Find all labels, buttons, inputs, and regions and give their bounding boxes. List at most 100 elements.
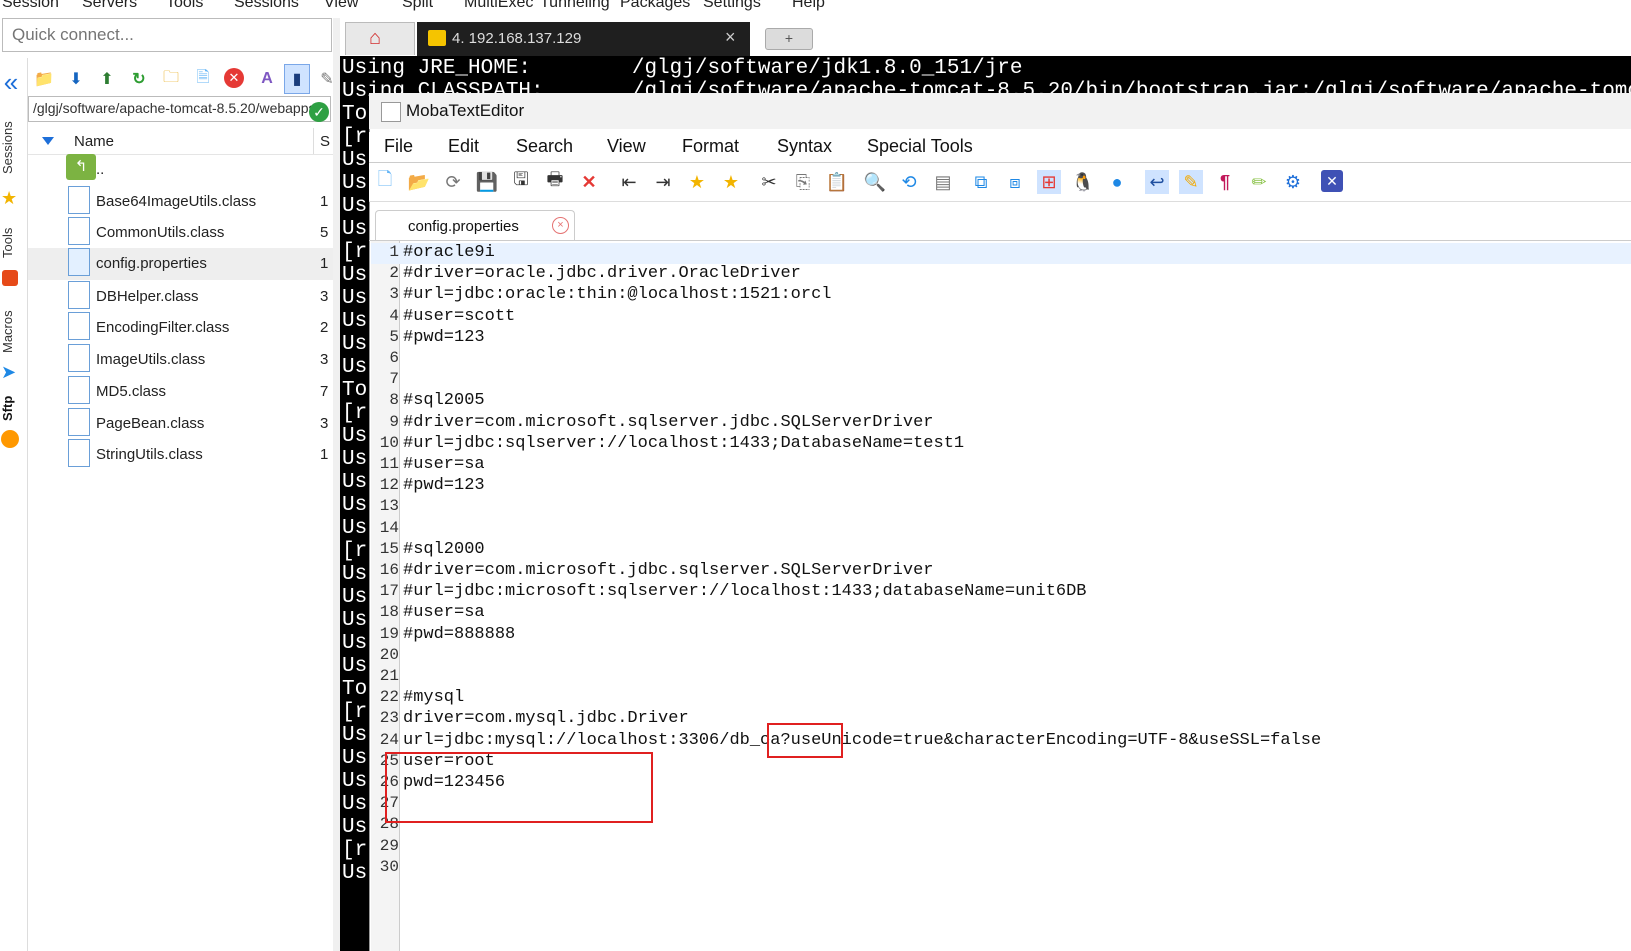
code-line[interactable]: 17 #url=jdbc:microsoft:sqlserver://localh… <box>371 582 1631 603</box>
file-row-parent[interactable]: ↰ .. <box>28 154 333 186</box>
editor-menu-view[interactable]: View <box>607 136 646 157</box>
code-line[interactable]: 16 #driver=com.microsoft.jdbc.sqlserver.S… <box>371 561 1631 582</box>
menu-tunneling[interactable]: Tunneling <box>540 0 610 12</box>
mac-eol-icon[interactable]: ● <box>1105 170 1129 194</box>
code-line[interactable]: 29 <box>371 837 1631 858</box>
sync-icon[interactable]: ⧈ <box>1003 170 1027 194</box>
column-size[interactable]: S <box>320 133 330 150</box>
editor-menu-syntax[interactable]: Syntax <box>777 136 832 157</box>
file-row[interactable]: CommonUtils.class 5 <box>28 217 333 249</box>
exit-icon[interactable]: ✕ <box>1321 170 1343 192</box>
tab-macros[interactable]: Macros <box>0 304 22 360</box>
highlight-icon[interactable]: ✎ <box>1179 170 1203 194</box>
file-row[interactable]: Base64ImageUtils.class 1 <box>28 186 333 218</box>
save-icon[interactable]: 💾 <box>475 170 499 194</box>
copy-icon[interactable]: ⎘ <box>791 170 815 194</box>
marker-icon[interactable]: ✏ <box>1247 170 1271 194</box>
goto-line-icon[interactable]: ▤ <box>931 170 955 194</box>
compare-icon[interactable]: ⧉ <box>969 170 993 194</box>
code-line[interactable]: 1 #oracle9i <box>371 243 1631 264</box>
delete-icon[interactable]: ✕ <box>224 68 244 88</box>
reload-icon[interactable]: ⟳ <box>441 170 465 194</box>
menu-help[interactable]: Help <box>792 0 825 12</box>
editor-menu-file[interactable]: File <box>384 136 413 157</box>
print-icon[interactable]: 🖶 <box>543 169 567 194</box>
code-line[interactable]: 11 #user=sa <box>371 455 1631 476</box>
code-line[interactable]: 10 #url=jdbc:sqlserver://localhost:1433;D… <box>371 434 1631 455</box>
menu-view[interactable]: View <box>324 0 358 12</box>
menu-sessions[interactable]: Sessions <box>234 0 299 12</box>
code-line[interactable]: 14 <box>371 519 1631 540</box>
open-folder-icon[interactable]: 📂 <box>407 170 431 194</box>
code-line[interactable]: 13 <box>371 497 1631 518</box>
new-file-icon[interactable]: 🗎 <box>192 68 214 90</box>
new-folder-icon[interactable]: 🗀 <box>160 68 182 90</box>
code-line[interactable]: 18 #user=sa <box>371 603 1631 624</box>
upload-icon[interactable]: ⬆ <box>96 68 118 90</box>
close-tab-icon[interactable]: × <box>552 217 569 234</box>
editor-menu-edit[interactable]: Edit <box>448 136 479 157</box>
tab-tools[interactable]: Tools <box>0 220 22 266</box>
wrap-icon[interactable]: ↩ <box>1145 170 1169 194</box>
code-line[interactable]: 24 url=jdbc:mysql://localhost:3306/db_oa?… <box>371 731 1631 752</box>
session-tab[interactable]: 4. 192.168.137.129 × <box>417 22 750 56</box>
tab-sessions[interactable]: Sessions <box>0 114 22 182</box>
settings-icon[interactable]: ⚙ <box>1281 170 1305 194</box>
close-file-icon[interactable]: ✕ <box>577 170 601 194</box>
new-file-icon[interactable]: 🗋 <box>373 169 397 194</box>
editor-menu-special-tools[interactable]: Special Tools <box>867 136 973 157</box>
code-line[interactable]: 22 #mysql <box>371 688 1631 709</box>
replace-icon[interactable]: ⟲ <box>897 170 921 194</box>
menu-settings[interactable]: Settings <box>703 0 761 12</box>
file-row-selected[interactable]: config.properties 1 <box>28 248 333 280</box>
paste-icon[interactable]: 📋 <box>825 170 849 194</box>
menu-tools[interactable]: Tools <box>166 0 203 12</box>
refresh-icon[interactable]: ↻ <box>128 68 150 90</box>
code-area[interactable]: 1 #oracle9i 2 #driver=oracle.jdbc.driver.Or… <box>371 241 1631 951</box>
file-row[interactable]: StringUtils.class 1 <box>28 439 333 471</box>
menu-session[interactable]: Session <box>2 0 59 12</box>
editor-file-tab[interactable]: config.properties × <box>375 210 575 241</box>
home-tab[interactable]: ⌂ <box>345 22 415 55</box>
code-line[interactable]: 12 #pwd=123 <box>371 476 1631 497</box>
code-line[interactable]: 23 driver=com.mysql.jdbc.Driver <box>371 709 1631 730</box>
next-bookmark-icon[interactable]: ★ <box>719 170 743 194</box>
quick-connect-input[interactable] <box>2 18 332 52</box>
code-line[interactable]: 8 #sql2005 <box>371 391 1631 412</box>
cut-icon[interactable]: ✂ <box>757 170 781 194</box>
windows-eol-icon[interactable]: ⊞ <box>1037 170 1061 194</box>
code-line[interactable]: 21 <box>371 667 1631 688</box>
code-line[interactable]: 20 <box>371 646 1631 667</box>
code-line[interactable]: 4 #user=scott <box>371 307 1631 328</box>
menu-servers[interactable]: Servers <box>82 0 137 12</box>
linux-eol-icon[interactable]: 🐧 <box>1071 170 1095 194</box>
code-line[interactable]: 15 #sql2000 <box>371 540 1631 561</box>
code-line[interactable]: 6 <box>371 349 1631 370</box>
check-icon[interactable]: ✓ <box>309 102 329 122</box>
file-row[interactable]: PageBean.class 3 <box>28 408 333 440</box>
menu-multiexec[interactable]: MultiExec <box>464 0 533 12</box>
parent-folder-icon[interactable]: 📁 <box>33 68 55 90</box>
menu-split[interactable]: Split <box>402 0 433 12</box>
code-line[interactable]: 30 <box>371 858 1631 879</box>
indent-icon[interactable]: ⇥ <box>651 170 675 194</box>
new-tab-button[interactable]: + <box>765 28 813 50</box>
menu-packages[interactable]: Packages <box>620 0 690 12</box>
panel-splitter[interactable] <box>333 18 340 951</box>
file-row[interactable]: ImageUtils.class 3 <box>28 344 333 376</box>
code-line[interactable]: 2 #driver=oracle.jdbc.driver.OracleDriver <box>371 264 1631 285</box>
save-all-icon[interactable]: 🖫 <box>509 169 533 194</box>
code-line[interactable]: 19 #pwd=888888 <box>371 625 1631 646</box>
editor-menu-format[interactable]: Format <box>682 136 739 157</box>
code-line[interactable]: 9 #driver=com.microsoft.sqlserver.jdbc.SQ… <box>371 413 1631 434</box>
close-icon[interactable]: × <box>725 27 736 48</box>
text-editor-icon[interactable]: ▮ <box>284 64 310 94</box>
editor-menu-search[interactable]: Search <box>516 136 573 157</box>
file-row[interactable]: MD5.class 7 <box>28 376 333 408</box>
code-line[interactable]: 5 #pwd=123 <box>371 328 1631 349</box>
column-name[interactable]: Name <box>74 133 114 150</box>
download-icon[interactable]: ⬇ <box>65 68 87 90</box>
tab-sftp[interactable]: Sftp <box>0 391 22 425</box>
rename-icon[interactable]: A <box>256 68 278 90</box>
collapse-icon[interactable]: « <box>0 69 22 95</box>
